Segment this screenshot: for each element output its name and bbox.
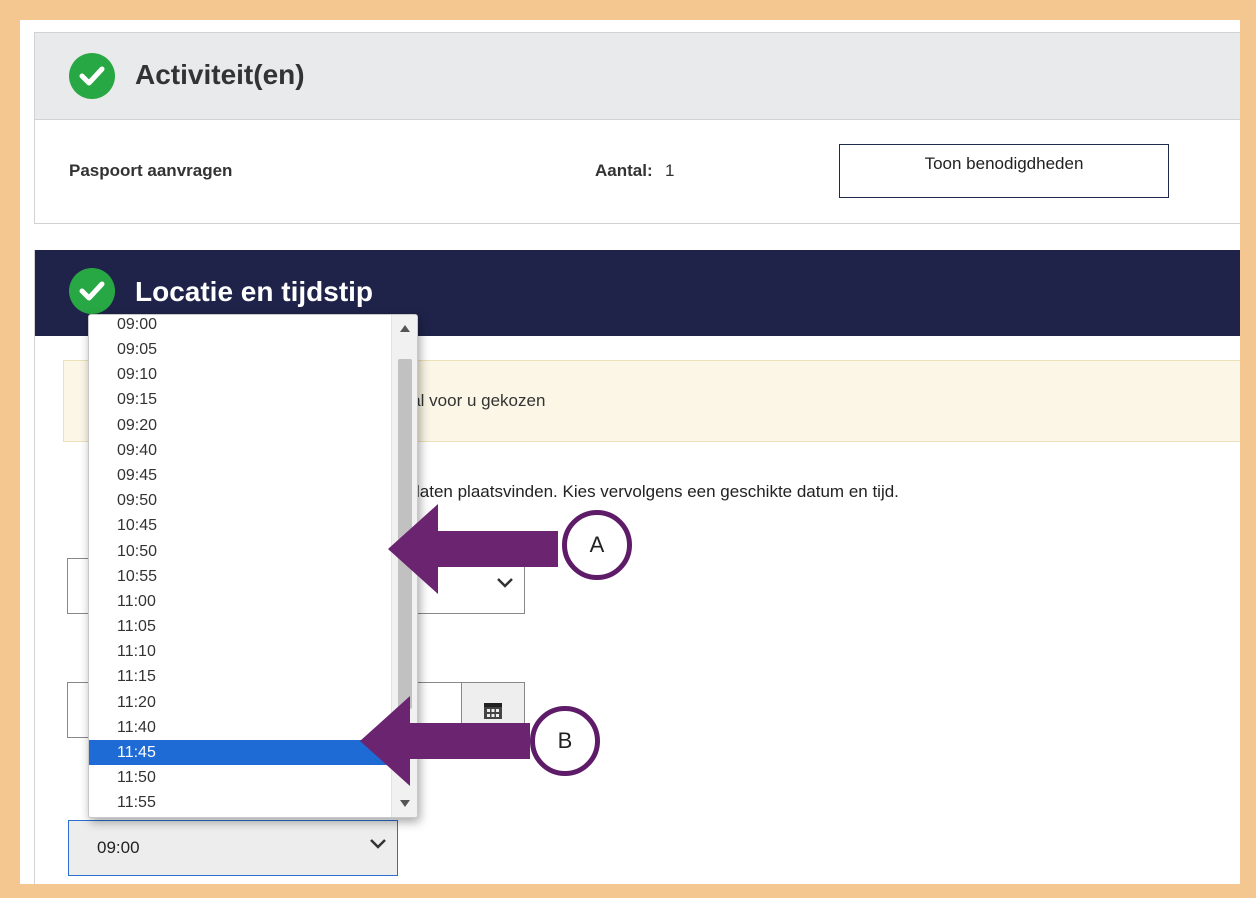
activity-name: Paspoort aanvragen <box>69 161 233 180</box>
time-option[interactable]: 11:45 <box>89 740 391 766</box>
instruction-text: ilt laten plaatsvinden. Kies vervolgens … <box>399 482 899 501</box>
time-option[interactable]: 09:05 <box>89 337 391 362</box>
count-label: Aantal: <box>595 161 653 180</box>
time-option[interactable]: 11:40 <box>89 715 391 740</box>
activity-row: Paspoort aanvragen Aantal: 1 Toon benodi… <box>35 120 1240 224</box>
time-option[interactable]: 10:45 <box>89 513 391 538</box>
time-option[interactable]: 10:50 <box>89 539 391 564</box>
time-option[interactable]: 11:10 <box>89 639 391 664</box>
time-option[interactable]: 09:15 <box>89 387 391 412</box>
count-value: 1 <box>665 161 675 180</box>
time-option[interactable]: 09:50 <box>89 488 391 513</box>
time-option[interactable]: 11:50 <box>89 765 391 790</box>
activities-header: Activiteit(en) <box>35 33 1240 120</box>
location-title: Locatie en tijdstip <box>135 276 374 307</box>
time-option[interactable]: 10:55 <box>89 564 391 589</box>
time-select[interactable]: 09:00 <box>68 820 398 876</box>
chevron-down-icon <box>370 839 386 849</box>
time-option[interactable]: 11:00 <box>89 589 391 614</box>
time-option[interactable]: 11:05 <box>89 614 391 639</box>
time-option[interactable]: 11:15 <box>89 664 391 689</box>
time-option[interactable]: 11:20 <box>89 690 391 715</box>
activities-panel: Activiteit(en) Paspoort aanvragen Aantal… <box>34 32 1240 224</box>
time-option[interactable]: 11:55 <box>89 790 391 815</box>
show-requirements-button[interactable]: Toon benodigdheden <box>839 144 1169 198</box>
notice-text: s al voor u gekozen <box>398 391 546 410</box>
check-icon <box>69 268 115 314</box>
time-select-value: 09:00 <box>97 838 140 857</box>
callout-a: A <box>562 510 632 580</box>
arrow-b-icon <box>360 696 530 786</box>
check-icon <box>69 53 115 99</box>
time-option[interactable]: 09:45 <box>89 463 391 488</box>
time-option[interactable]: 09:40 <box>89 438 391 463</box>
time-option[interactable]: 09:20 <box>89 413 391 438</box>
arrow-a-icon <box>388 504 558 594</box>
scroll-up-icon[interactable] <box>400 325 410 332</box>
time-option[interactable]: 09:00 <box>89 315 391 337</box>
page-frame: Activiteit(en) Paspoort aanvragen Aantal… <box>20 20 1240 884</box>
time-options: 09:00 09:05 09:10 09:15 09:20 09:40 09:45 09:50… <box>89 315 391 816</box>
time-option[interactable]: 09:10 <box>89 362 391 387</box>
scroll-down-icon[interactable] <box>400 800 410 807</box>
callout-b: B <box>530 706 600 776</box>
activities-title: Activiteit(en) <box>135 59 305 90</box>
